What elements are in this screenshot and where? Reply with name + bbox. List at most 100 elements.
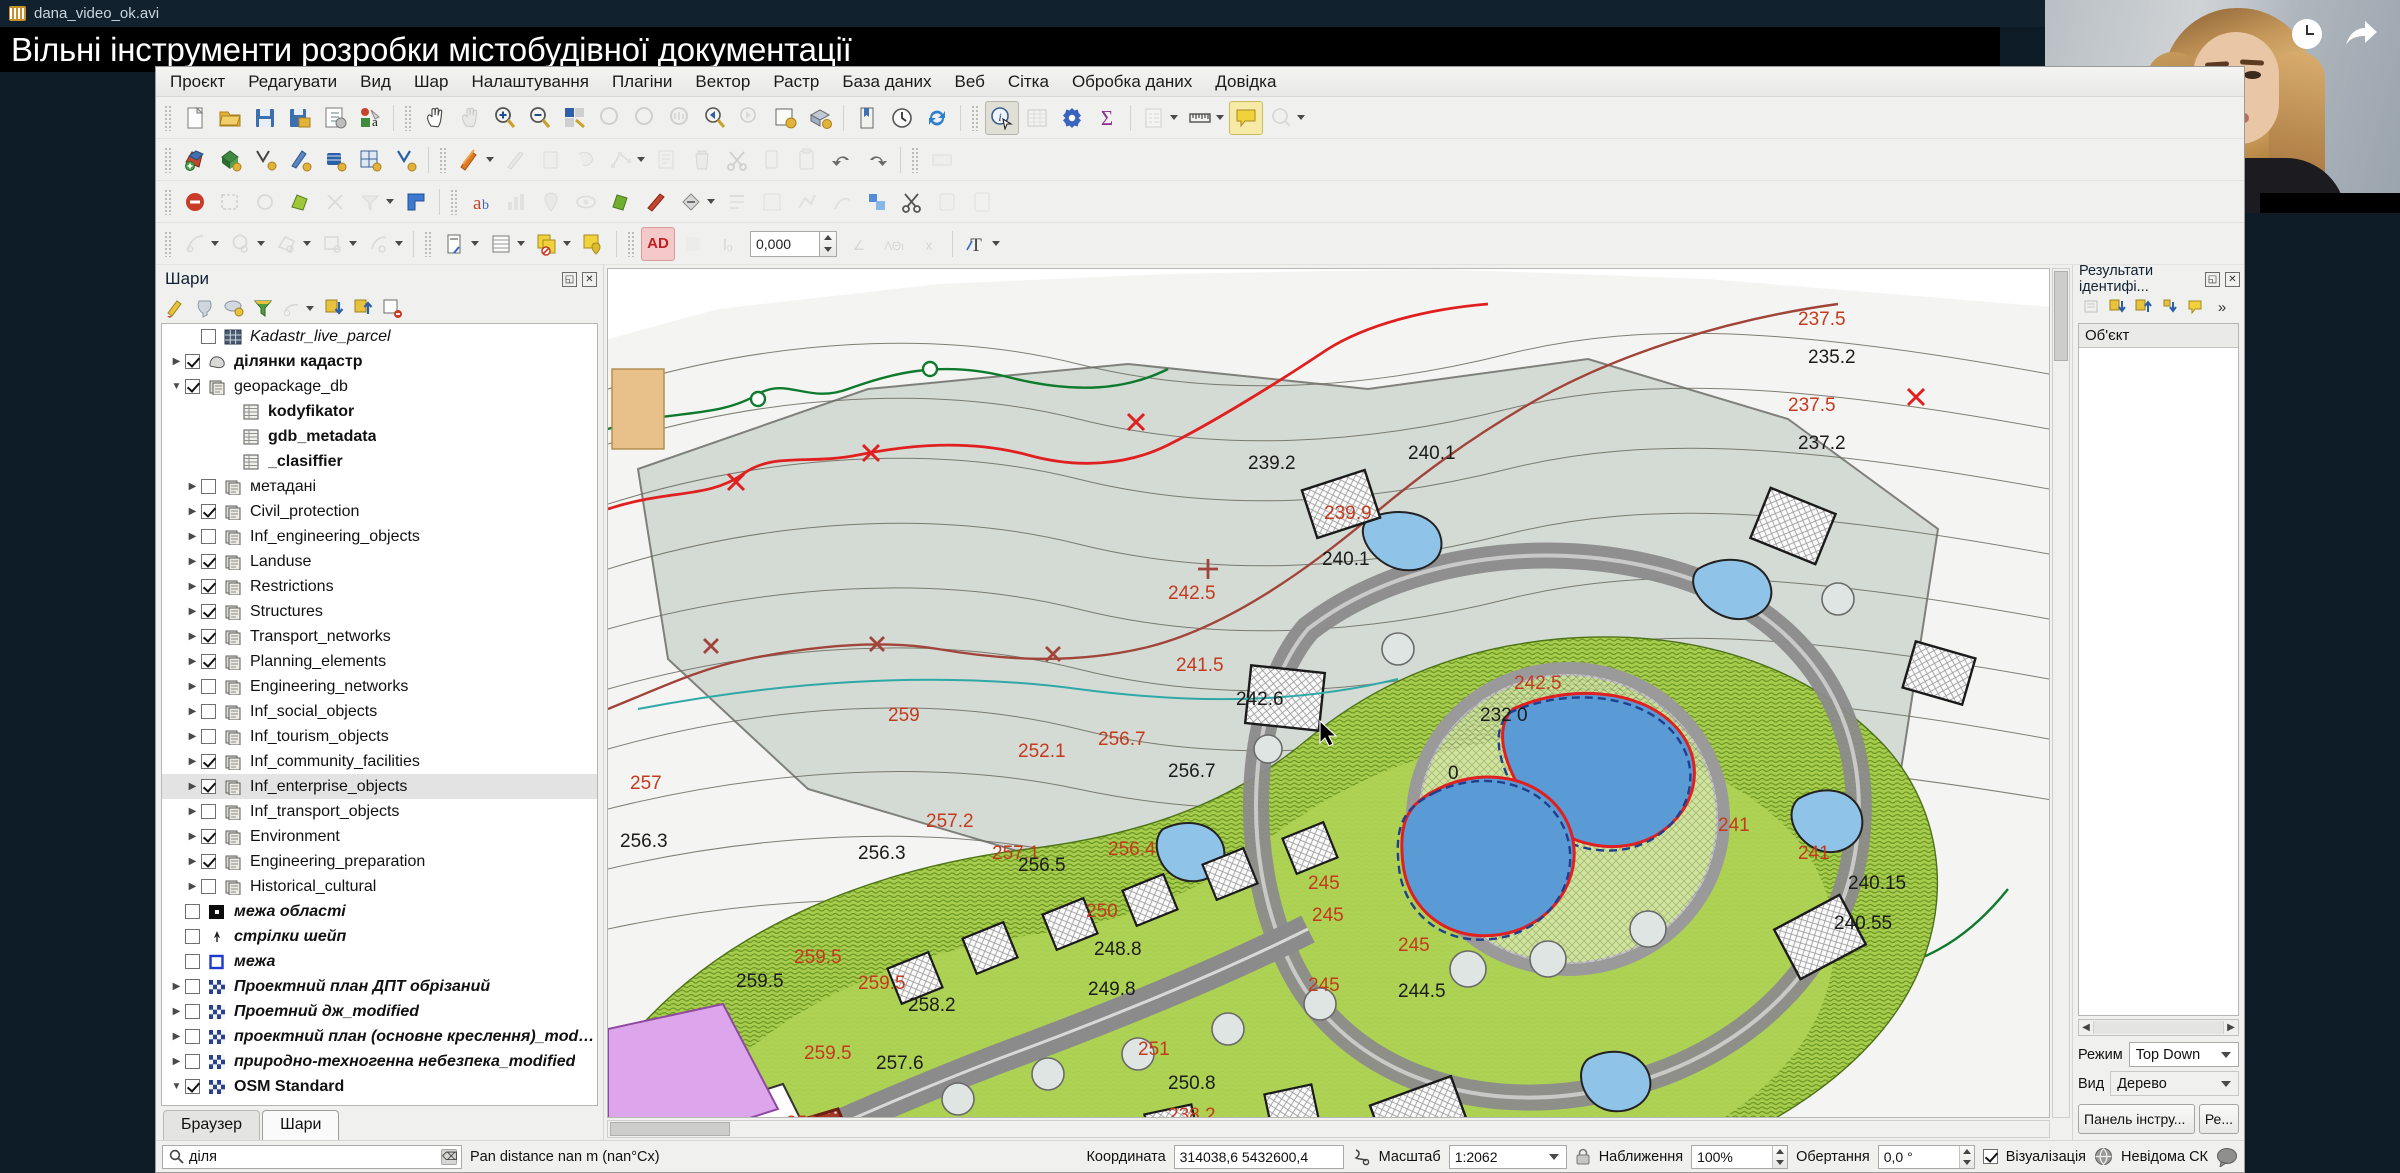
rotate-label-icon[interactable] xyxy=(674,185,708,219)
identify-features-icon[interactable]: i xyxy=(985,101,1019,135)
layer-row[interactable]: ▶Inf_engineering_objects xyxy=(162,524,597,549)
text-annotation-icon[interactable] xyxy=(965,185,999,219)
toolbar-grip[interactable] xyxy=(911,147,920,173)
layer-row[interactable]: ▼geopackage_db xyxy=(162,374,597,399)
chevron-right-icon[interactable]: ▶ xyxy=(168,1056,185,1067)
zoom-out-icon[interactable] xyxy=(523,101,557,135)
delete-selected-icon[interactable] xyxy=(685,143,719,177)
layer-visibility-checkbox[interactable] xyxy=(201,679,216,694)
add-spatialite-icon[interactable] xyxy=(353,143,387,177)
chevron-right-icon[interactable]: ▶ xyxy=(184,781,201,792)
coordinate-value[interactable]: 314038,6 5432600,4 xyxy=(1174,1145,1344,1169)
select-features-icon[interactable] xyxy=(1137,101,1171,135)
layer-row[interactable]: gdb_metadata xyxy=(162,424,597,449)
distance-spinbox-value[interactable]: 0,000 xyxy=(750,231,820,257)
construction-mode-icon[interactable] xyxy=(676,227,710,261)
paste-features-icon[interactable] xyxy=(790,143,824,177)
layer-row[interactable]: ▶Civil_protection xyxy=(162,499,597,524)
text-tool-icon[interactable]: T xyxy=(959,227,993,261)
collapse-all-icon[interactable] xyxy=(350,295,376,321)
layer-visibility-checkbox[interactable] xyxy=(185,954,200,969)
layer-visibility-checkbox[interactable] xyxy=(201,329,216,344)
layer-row[interactable]: ▶Engineering_networks xyxy=(162,674,597,699)
save-project-icon[interactable] xyxy=(248,101,282,135)
rotation-spinbox-arrows[interactable] xyxy=(1959,1146,1974,1168)
chevron-down-icon[interactable] xyxy=(349,241,357,246)
layer-row[interactable]: kodyfikator xyxy=(162,399,597,424)
new-map-view-icon[interactable] xyxy=(768,101,802,135)
layer-visibility-checkbox[interactable] xyxy=(201,704,216,719)
scroll-right-icon[interactable]: ▶ xyxy=(2224,1022,2238,1033)
azimuth-icon[interactable]: ΛΘι xyxy=(877,227,911,261)
layers-tree[interactable]: Kadastr_live_parcel▶ділянки кадастр▼geop… xyxy=(161,323,598,1106)
chevron-right-icon[interactable]: ▶ xyxy=(184,481,201,492)
pan-to-selection-icon[interactable] xyxy=(453,101,487,135)
menu-help[interactable]: Довідка xyxy=(1215,72,1276,92)
layer-visibility-checkbox[interactable] xyxy=(201,629,216,644)
cut-tool-icon[interactable] xyxy=(895,185,929,219)
chevron-down-icon[interactable] xyxy=(211,241,219,246)
menu-settings[interactable]: Налаштування xyxy=(471,72,589,92)
copy-features-icon[interactable] xyxy=(755,143,789,177)
filter-icon[interactable] xyxy=(250,295,276,321)
menu-raster[interactable]: Растр xyxy=(773,72,819,92)
measure-icon[interactable] xyxy=(1183,101,1217,135)
pin-icon[interactable] xyxy=(576,227,610,261)
attribute-table-2-icon[interactable] xyxy=(484,227,518,261)
layer-row[interactable]: ▶Transport_networks xyxy=(162,624,597,649)
layer-row[interactable]: ▶природно-техногенна небезпека_modified xyxy=(162,1049,597,1074)
select-freehand-icon[interactable] xyxy=(248,185,282,219)
close-icon[interactable]: ✕ xyxy=(582,272,597,287)
remove-layer-icon[interactable] xyxy=(379,295,405,321)
zoom-to-selection-icon[interactable] xyxy=(1264,101,1298,135)
layer-visibility-checkbox[interactable] xyxy=(185,904,200,919)
filter-legend-expression-icon[interactable] xyxy=(192,295,218,321)
toolbar-grip[interactable] xyxy=(164,105,173,131)
modify-attributes-icon[interactable] xyxy=(650,143,684,177)
layer-visibility-checkbox[interactable] xyxy=(201,504,216,519)
tab-toolbox-panel[interactable]: Панель інстру... xyxy=(2078,1104,2195,1134)
layer-row[interactable]: ▶Restrictions xyxy=(162,574,597,599)
new-3d-map-view-icon[interactable] xyxy=(803,101,837,135)
pin-labels-icon[interactable] xyxy=(534,185,568,219)
show-hide-labels-icon[interactable] xyxy=(569,185,603,219)
layer-row[interactable]: ▶Environment xyxy=(162,824,597,849)
expand-all-icon[interactable] xyxy=(2107,296,2129,318)
layer-row[interactable]: ▶Проетний дж_modified xyxy=(162,999,597,1024)
chevron-down-icon[interactable] xyxy=(306,306,314,311)
tab-browser[interactable]: Браузер xyxy=(163,1110,260,1140)
layer-row[interactable]: ▶Historical_cultural xyxy=(162,874,597,899)
redo-icon[interactable] xyxy=(860,143,894,177)
zoom-selection-icon[interactable] xyxy=(593,101,627,135)
split-features-icon[interactable] xyxy=(362,227,396,261)
digitize-icon[interactable] xyxy=(925,143,959,177)
messages-icon[interactable] xyxy=(2216,1147,2238,1167)
chevron-right-icon[interactable]: ▶ xyxy=(184,831,201,842)
identify-mode-select[interactable]: Top Down xyxy=(2129,1042,2239,1067)
lock-icon[interactable] xyxy=(1575,1148,1591,1166)
chevron-down-icon[interactable] xyxy=(257,241,265,246)
toggle-editing-icon[interactable] xyxy=(453,143,487,177)
layer-row[interactable]: ▶Проектний план ДПТ обрізаний xyxy=(162,974,597,999)
extents-toggle-icon[interactable] xyxy=(1352,1147,1371,1166)
reshape-icon[interactable] xyxy=(825,185,859,219)
distance-spinbox-arrows[interactable] xyxy=(820,231,837,257)
select-by-form-icon[interactable] xyxy=(353,185,387,219)
menu-edit[interactable]: Редагувати xyxy=(248,72,337,92)
search-input[interactable] xyxy=(189,1149,436,1165)
layer-visibility-checkbox[interactable] xyxy=(201,804,216,819)
map-horizontal-scrollbar[interactable] xyxy=(607,1120,2050,1138)
zoom-layer-icon[interactable] xyxy=(628,101,662,135)
zoom-last-icon[interactable] xyxy=(698,101,732,135)
ad-icon[interactable]: AD xyxy=(641,227,675,261)
magnifier-spinbox-arrows[interactable] xyxy=(1772,1146,1787,1168)
layer-visibility-checkbox[interactable] xyxy=(185,1029,200,1044)
chevron-right-icon[interactable]: ▶ xyxy=(184,631,201,642)
layer-visibility-checkbox[interactable] xyxy=(201,729,216,744)
layer-row[interactable]: Kadastr_live_parcel xyxy=(162,324,597,349)
bookmarks-icon[interactable] xyxy=(850,101,884,135)
chevron-down-icon[interactable] xyxy=(486,157,494,162)
styling-dock-icon[interactable] xyxy=(163,295,189,321)
save-layer-edits-icon[interactable] xyxy=(499,143,533,177)
layer-row[interactable]: ▶ділянки кадастр xyxy=(162,349,597,374)
